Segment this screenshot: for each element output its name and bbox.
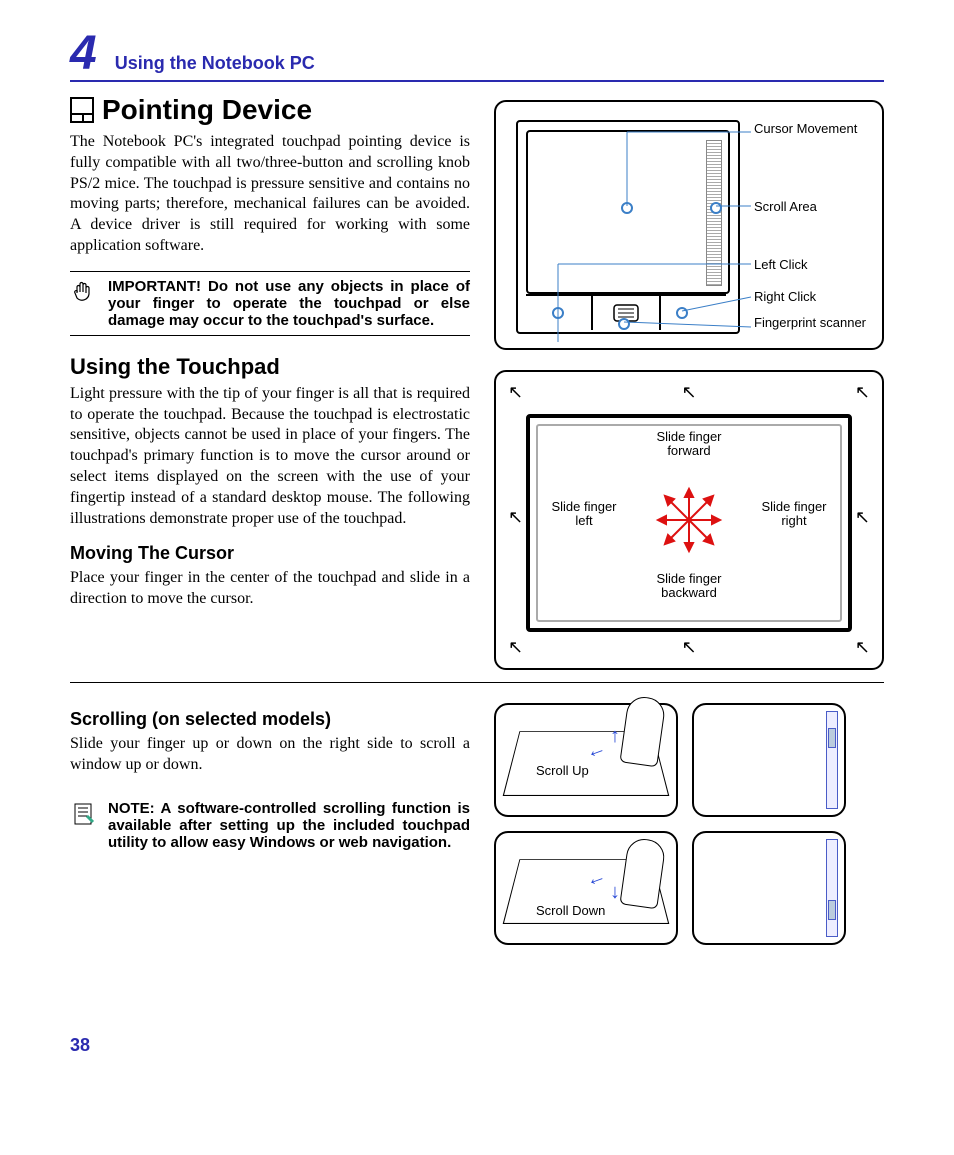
- scrollbar-down-panel: [692, 831, 846, 945]
- scrolling-diagram: ↑ ← Scroll Up ↓ ← Scroll Down: [494, 703, 884, 945]
- intro-paragraph: The Notebook PC's integrated touchpad po…: [70, 132, 470, 257]
- label-leaders: [496, 102, 882, 348]
- moving-cursor-heading: Moving The Cursor: [70, 543, 470, 564]
- important-callout: IMPORTANT! Do not use any objects in pla…: [70, 271, 470, 336]
- label-slide-backward: Slide finger backward: [644, 572, 734, 601]
- label-slide-forward: Slide finger forward: [644, 430, 734, 459]
- label-right-click: Right Click: [754, 290, 816, 305]
- scroll-down-label: Scroll Down: [536, 903, 605, 918]
- label-slide-right: Slide finger right: [754, 500, 834, 529]
- moving-cursor-body: Place your finger in the center of the t…: [70, 568, 470, 610]
- important-text: IMPORTANT! Do not use any objects in pla…: [108, 278, 470, 329]
- scroll-up-label: Scroll Up: [536, 763, 589, 778]
- note-callout: NOTE: A software-controlled scrolling fu…: [70, 794, 470, 857]
- note-icon: [73, 802, 95, 826]
- section-divider: [70, 682, 884, 683]
- section-heading: Pointing Device: [70, 94, 470, 126]
- label-fingerprint: Fingerprint scanner: [754, 316, 866, 331]
- section-heading-text: Pointing Device: [102, 94, 312, 126]
- using-touchpad-heading: Using the Touchpad: [70, 354, 470, 380]
- page-number: 38: [70, 1035, 884, 1056]
- touchpad-icon: [70, 97, 94, 123]
- label-slide-left: Slide finger left: [544, 500, 624, 529]
- scrollbar-up-panel: [692, 703, 846, 817]
- chapter-title: Using the Notebook PC: [115, 53, 315, 74]
- hand-stop-icon: [72, 280, 96, 306]
- scrolling-body: Slide your finger up or down on the righ…: [70, 734, 470, 776]
- chapter-number: 4: [70, 30, 97, 78]
- scrolling-heading: Scrolling (on selected models): [70, 709, 470, 730]
- using-touchpad-body: Light pressure with the tip of your fing…: [70, 384, 470, 530]
- cursor-direction-diagram: Slide finger forward Slide finger backwa…: [494, 370, 884, 670]
- scroll-down-panel: ↓ ← Scroll Down: [494, 831, 678, 945]
- label-scroll-area: Scroll Area: [754, 200, 817, 215]
- touchpad-parts-diagram: Cursor Movement Scroll Area Left Click R…: [494, 100, 884, 350]
- label-cursor-movement: Cursor Movement: [754, 122, 857, 137]
- note-text: NOTE: A software-controlled scrolling fu…: [108, 800, 470, 851]
- label-left-click: Left Click: [754, 258, 807, 273]
- chapter-header: 4 Using the Notebook PC: [70, 30, 884, 82]
- scroll-up-panel: ↑ ← Scroll Up: [494, 703, 678, 817]
- direction-star-icon: [656, 487, 722, 553]
